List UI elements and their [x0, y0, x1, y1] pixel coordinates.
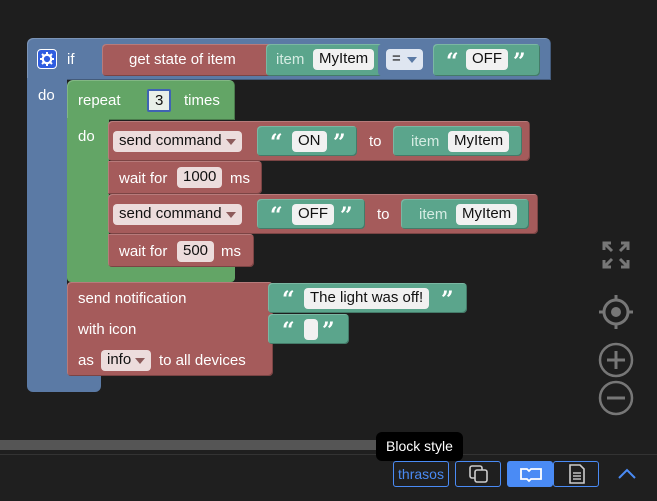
repeat-do-label: do: [78, 128, 95, 145]
message-field[interactable]: The light was off!: [304, 288, 430, 309]
open-quote-icon: “: [282, 287, 295, 313]
times-label: times: [184, 92, 220, 109]
theme-button[interactable]: thrasos: [393, 461, 449, 487]
command-dropdown-2[interactable]: send command: [113, 204, 242, 225]
copy-icon: [469, 465, 488, 483]
open-quote-icon: “: [270, 203, 283, 229]
wait-ms-field-1[interactable]: 1000: [177, 167, 223, 188]
chevron-down-icon: [135, 358, 146, 364]
block-mode-icon: [520, 468, 542, 483]
text-field-off[interactable]: OFF: [466, 49, 508, 70]
item-label-1: item: [411, 133, 440, 150]
wait-label-1: wait for: [119, 170, 168, 187]
open-quote-icon: “: [446, 49, 459, 75]
fullscreen-icon[interactable]: [601, 240, 631, 270]
item-name-field-2[interactable]: MyItem: [456, 204, 518, 225]
to-label-1: to: [369, 133, 382, 150]
code-mode-button[interactable]: [553, 461, 599, 487]
text-field-off-2[interactable]: OFF: [292, 204, 334, 225]
chevron-down-icon: [406, 57, 417, 63]
block-mode-button[interactable]: [507, 461, 553, 487]
close-quote-icon: ”: [340, 203, 353, 229]
chevron-down-icon: [225, 139, 236, 145]
if-label: if: [67, 51, 75, 68]
if-block-body: [27, 78, 67, 378]
get-state-label: get state of item: [129, 51, 236, 68]
operator-dropdown[interactable]: =: [386, 49, 423, 70]
code-mode-icon: [569, 464, 585, 484]
ms-label-2: ms: [221, 243, 241, 260]
command-dropdown-1[interactable]: send command: [113, 131, 242, 152]
repeat-label: repeat: [78, 92, 121, 109]
open-quote-icon: “: [270, 130, 283, 156]
ms-label-1: ms: [230, 170, 250, 187]
close-quote-icon: ”: [322, 318, 335, 344]
wait-ms-field-2[interactable]: 500: [177, 241, 215, 262]
zoom-out-icon[interactable]: [598, 380, 634, 416]
wait-label-2: wait for: [119, 243, 168, 260]
do-label: do: [38, 87, 55, 104]
level-dropdown-value: info: [107, 351, 132, 368]
center-target-icon[interactable]: [598, 294, 634, 330]
repeat-block-footer: [67, 266, 235, 282]
zoom-in-icon[interactable]: [598, 342, 634, 378]
chevron-down-icon: [225, 212, 236, 218]
repeat-count-field[interactable]: 3: [147, 89, 172, 112]
close-quote-icon: ”: [513, 49, 526, 75]
chevron-up-icon[interactable]: [616, 466, 638, 482]
to-label-2: to: [377, 206, 390, 223]
with-icon-label: with icon: [78, 321, 137, 338]
level-dropdown[interactable]: info: [101, 350, 152, 371]
open-quote-icon: “: [282, 318, 295, 344]
gear-icon[interactable]: [37, 49, 57, 69]
as-label: as: [78, 352, 94, 369]
icon-field[interactable]: [304, 319, 318, 340]
copy-button[interactable]: [455, 461, 501, 487]
blockly-workspace[interactable]: if do get state of item item MyItem = “ …: [0, 0, 657, 440]
item-label-2: item: [419, 206, 448, 223]
item-label: item: [276, 51, 305, 68]
item-name-field-1[interactable]: MyItem: [448, 131, 510, 152]
item-name-field[interactable]: MyItem: [313, 49, 375, 70]
operator-value: =: [392, 50, 401, 67]
close-quote-icon: ”: [333, 130, 346, 156]
text-field-on[interactable]: ON: [292, 131, 327, 152]
send-notification-label: send notification: [78, 290, 187, 307]
command-dropdown-1-value: send command: [119, 132, 222, 149]
theme-button-label: thrasos: [398, 466, 444, 482]
close-quote-icon: ”: [441, 287, 454, 313]
tooltip: Block style: [376, 432, 463, 461]
command-dropdown-2-value: send command: [119, 205, 222, 222]
to-all-devices-label: to all devices: [159, 352, 246, 369]
